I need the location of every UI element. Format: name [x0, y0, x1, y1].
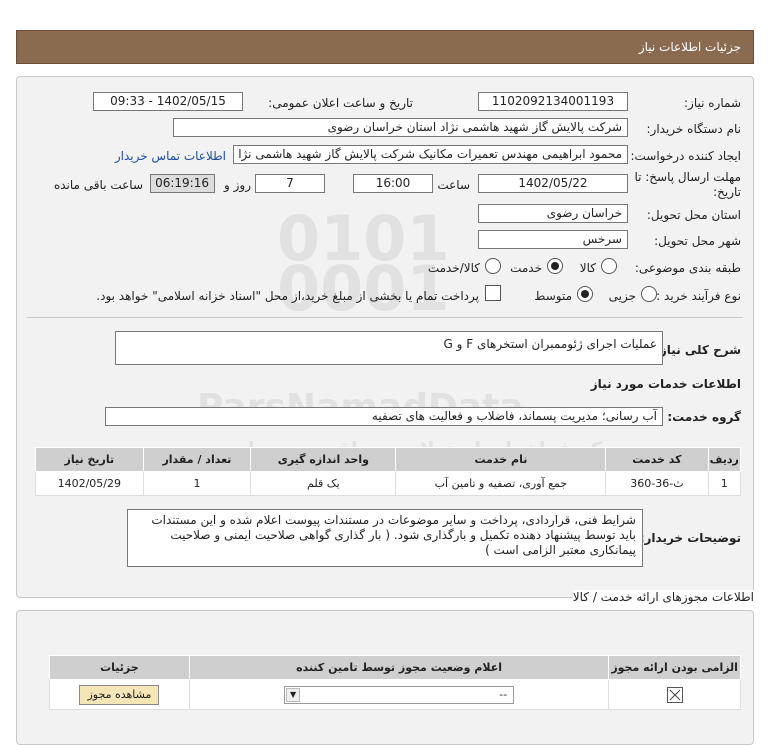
permits-table-header: الزامی بودن ارائه مجوز اعلام وضعیت مجوز … [49, 655, 741, 680]
cell-permit-status: -- ▼ [188, 679, 610, 710]
services-title: اطلاعات خدمات مورد نیاز [590, 377, 741, 391]
treasury-checkbox[interactable] [485, 285, 501, 301]
days-field: 7 [255, 174, 325, 193]
province-field: خراسان رضوی [478, 204, 628, 223]
permits-table: الزامی بودن ارائه مجوز اعلام وضعیت مجوز … [49, 655, 741, 710]
city-label: شهر محل تحویل: [654, 234, 741, 248]
requester-label: ایجاد کننده درخواست: [630, 149, 741, 163]
summary-field: عملیات اجرای ژئوممبران استخرهای F و G [115, 331, 663, 365]
col-permit-status: اعلام وضعیت مجوز توسط تامین کننده [188, 655, 610, 680]
remaining-time-field: 06:19:16 [150, 174, 215, 193]
permits-panel: الزامی بودن ارائه مجوز اعلام وضعیت مجوز … [16, 610, 754, 745]
col-service-code: کد خدمت [605, 447, 709, 472]
buyer-org-field: شرکت پالایش گاز شهید هاشمی نژاد استان خر… [173, 118, 628, 137]
col-service-name: نام خدمت [395, 447, 607, 472]
need-details-panel: 0101 0001 ParsNamadData مرکز فراخوان است… [16, 76, 754, 598]
page: جزئیات اطلاعات نیاز 0101 0001 ParsNamadD… [0, 0, 770, 745]
requester-field: محمود ابراهیمی مهندس تعمیرات مکانیک شرکت… [233, 145, 628, 164]
cell-service-code: ث-36-360 [605, 471, 709, 496]
col-permit-required: الزامی بودن ارائه مجوز [608, 655, 741, 680]
cell-permit-details: مشاهده مجوز [49, 679, 190, 710]
deadline-label: مهلت ارسال پاسخ: تا [634, 170, 741, 184]
table-row: 1 ث-36-360 جمع آوری، تصفیه و تامین آب یک… [35, 471, 741, 496]
days-label: روز و [224, 178, 251, 192]
summary-label: شرح کلی نیاز: [655, 343, 741, 357]
category-label: طبقه بندی موضوعی: [634, 261, 741, 275]
page-title: جزئیات اطلاعات نیاز [638, 40, 741, 54]
page-header: جزئیات اطلاعات نیاز [16, 30, 754, 64]
announce-field: 1402/05/15 - 09:33 [93, 92, 243, 111]
buyer-org-label: نام دستگاه خریدار: [646, 122, 742, 136]
cell-unit: یک قلم [250, 471, 397, 496]
deadline-date-field: 1402/05/22 [478, 174, 628, 193]
dropdown-arrow-icon: ▼ [286, 687, 301, 702]
city-field: سرخس [478, 230, 628, 249]
category-goods-label: کالا [579, 261, 596, 275]
need-number-label: شماره نیاز: [684, 96, 741, 110]
deadline-label-date: تاریخ: [713, 185, 741, 199]
buyer-contact-link[interactable]: اطلاعات تماس خریدار [115, 149, 226, 163]
col-permit-details: جزئیات [49, 655, 190, 680]
table-row: -- ▼ مشاهده مجوز [49, 679, 741, 710]
permit-status-value: -- [499, 687, 508, 701]
province-label: استان محل تحویل: [646, 208, 741, 222]
time-label: ساعت [437, 178, 470, 192]
cell-permit-required [608, 679, 741, 710]
cell-need-date: 1402/05/29 [35, 471, 144, 496]
treasury-note: پرداخت تمام یا بخشی از مبلغ خرید،از محل … [96, 289, 479, 303]
service-group-label: گروه خدمت: [667, 410, 741, 424]
purchase-type-label: نوع فرآیند خرید : [656, 289, 741, 303]
col-row: ردیف [707, 447, 741, 472]
cell-service-name: جمع آوری، تصفیه و تامین آب [395, 471, 607, 496]
buyer-notes-field: شرایط فنی، قراردادی، پرداخت و سایر موضوع… [127, 509, 643, 567]
deadline-time-field: 16:00 [353, 174, 433, 193]
col-unit: واحد اندازه گیری [250, 447, 397, 472]
cell-row: 1 [707, 471, 741, 496]
announce-label: تاریخ و ساعت اعلان عمومی: [268, 96, 413, 110]
need-number-field: 1102092134001193 [478, 92, 628, 111]
purchase-partial-label: جزیی [608, 289, 636, 303]
category-goods-service-radio[interactable] [485, 258, 501, 274]
col-quantity: تعداد / مقدار [142, 447, 252, 472]
remaining-label: ساعت باقی مانده [53, 178, 143, 192]
purchase-medium-label: متوسط [534, 289, 572, 303]
permits-title: اطلاعات مجوزهای ارائه خدمت / کالا [572, 590, 754, 604]
permit-required-checkbox[interactable] [666, 686, 683, 703]
view-permit-button[interactable]: مشاهده مجوز [79, 684, 160, 705]
cell-quantity: 1 [142, 471, 252, 496]
col-need-date: تاریخ نیاز [35, 447, 144, 472]
service-group-field: آب رسانی؛ مدیریت پسماند، فاضلاب و فعالیت… [105, 407, 663, 426]
category-goods-service-label: کالا/خدمت [427, 261, 480, 275]
services-table: ردیف کد خدمت نام خدمت واحد اندازه گیری ت… [35, 447, 741, 496]
category-service-label: خدمت [510, 261, 542, 275]
permit-status-select[interactable]: -- ▼ [284, 685, 515, 704]
purchase-medium-radio[interactable] [577, 286, 593, 302]
category-service-radio[interactable] [547, 258, 563, 274]
services-table-header: ردیف کد خدمت نام خدمت واحد اندازه گیری ت… [35, 447, 741, 472]
purchase-partial-radio[interactable] [641, 286, 657, 302]
checkmark-x-icon [669, 689, 680, 700]
category-goods-radio[interactable] [601, 258, 617, 274]
buyer-notes-label: توضیحات خریدار: [639, 531, 741, 545]
